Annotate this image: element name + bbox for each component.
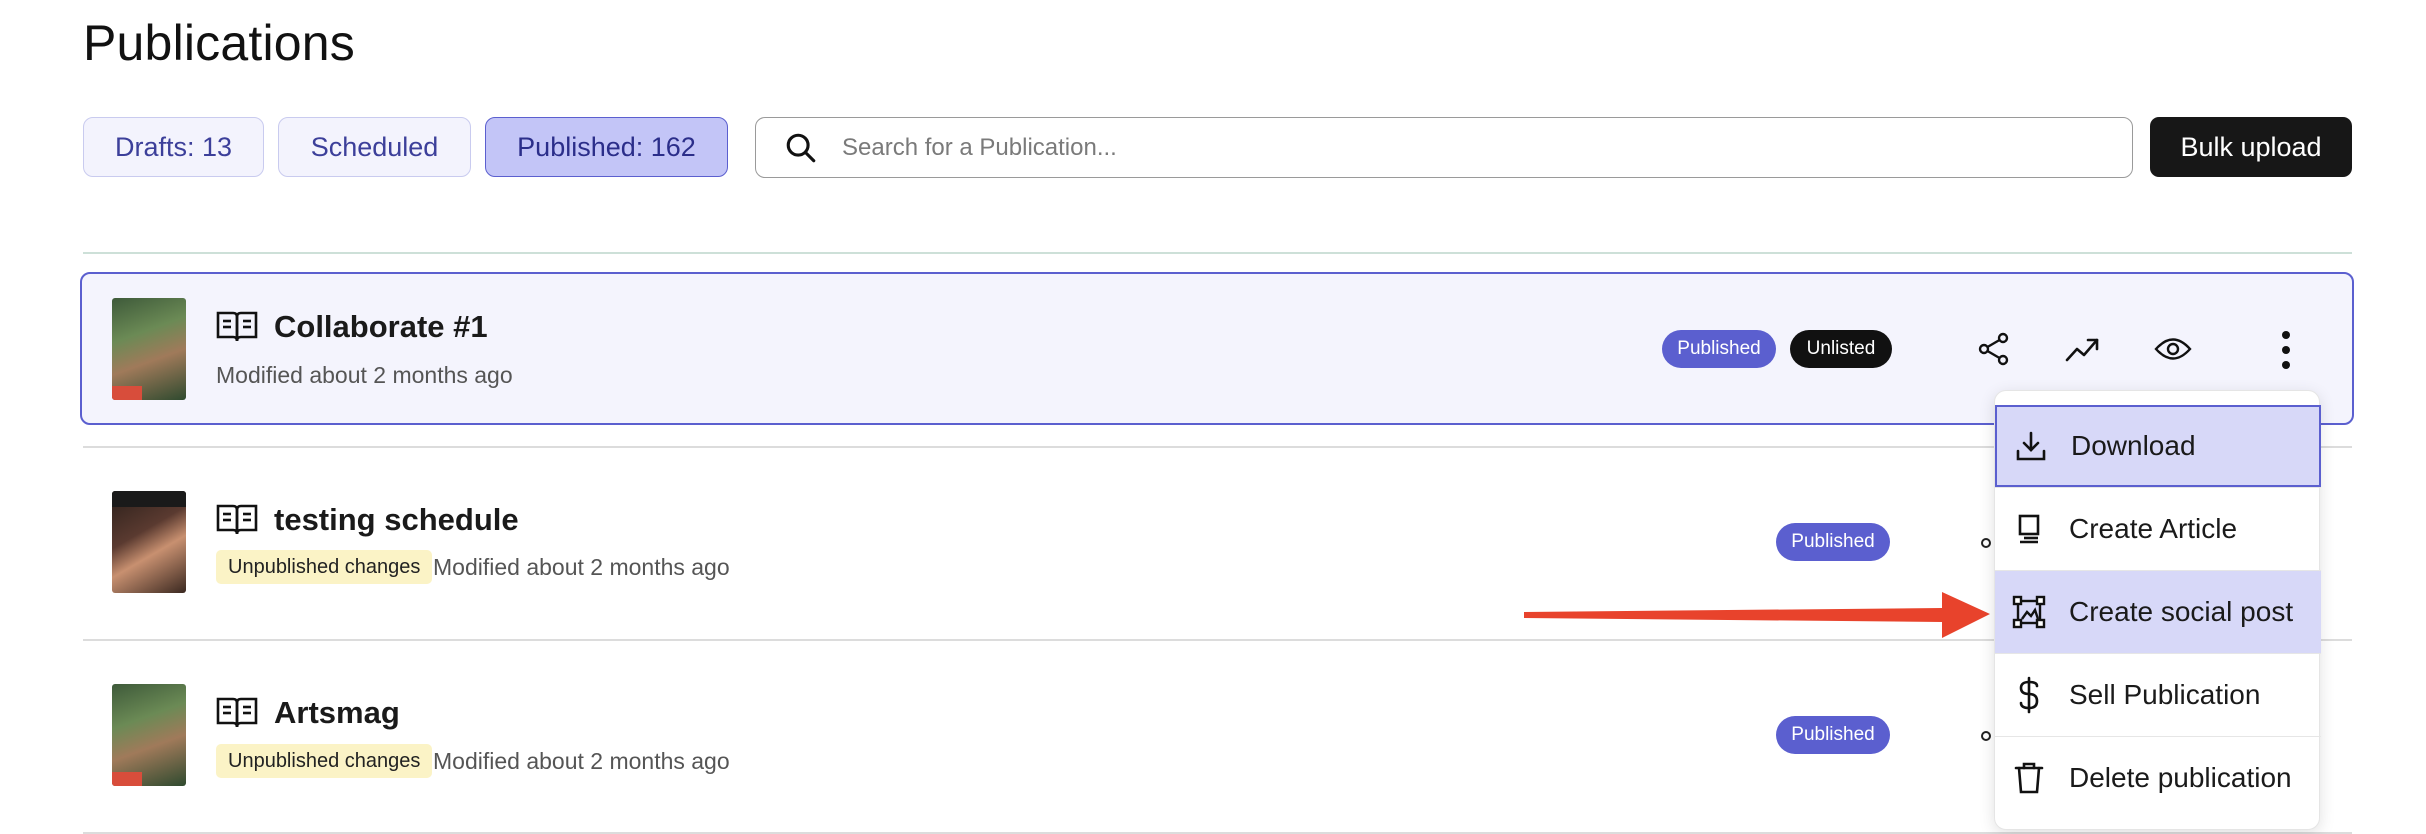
- search-box[interactable]: [755, 117, 2133, 178]
- menu-item-create-social-post[interactable]: Create social post: [1995, 571, 2321, 653]
- menu-item-download[interactable]: Download: [1995, 405, 2321, 487]
- bulk-upload-button[interactable]: Bulk upload: [2150, 117, 2352, 177]
- status-badge-published: Published: [1776, 716, 1890, 754]
- list-divider: [83, 252, 2352, 254]
- dollar-icon: [2019, 676, 2039, 714]
- article-icon: [2018, 514, 2040, 544]
- page-title: Publications: [83, 15, 356, 71]
- search-icon: [786, 133, 816, 162]
- image-frame-icon: [2012, 595, 2046, 629]
- unpublished-changes-badge: Unpublished changes: [216, 744, 433, 778]
- menu-item-label: Create social post: [2069, 596, 2294, 627]
- drafts-filter-button[interactable]: Drafts: 13: [83, 117, 264, 177]
- publication-modified: Modified about 2 months ago: [433, 554, 730, 580]
- trash-icon: [2014, 762, 2044, 794]
- unpublished-changes-badge: Unpublished changes: [216, 550, 433, 584]
- analytics-trend-icon[interactable]: [2064, 334, 2100, 364]
- menu-item-sell-publication[interactable]: Sell Publication: [1995, 654, 2321, 736]
- publication-title[interactable]: Collaborate #1: [274, 309, 488, 345]
- status-badge-published: Published: [1662, 330, 1776, 368]
- open-book-icon: [216, 697, 258, 728]
- share-icon[interactable]: [1978, 332, 2010, 366]
- open-book-icon: [216, 504, 258, 535]
- share-icon[interactable]: [1981, 538, 1991, 548]
- publication-cover-thumbnail: [112, 298, 186, 400]
- row-divider: [83, 832, 2352, 834]
- publication-modified: Modified about 2 months ago: [216, 362, 513, 388]
- menu-item-label: Delete publication: [2069, 762, 2292, 793]
- search-input[interactable]: [840, 132, 2044, 163]
- publication-cover-thumbnail: [112, 491, 186, 593]
- publication-cover-thumbnail: [112, 684, 186, 786]
- publication-modified: Modified about 2 months ago: [433, 748, 730, 774]
- status-badge-published: Published: [1776, 523, 1890, 561]
- more-options-icon[interactable]: [2280, 330, 2292, 370]
- menu-item-label: Create Article: [2069, 513, 2238, 544]
- status-badge-unlisted: Unlisted: [1790, 330, 1892, 368]
- menu-item-create-article[interactable]: Create Article: [1995, 488, 2321, 570]
- publication-options-menu: Download Create Article Create social po…: [1994, 390, 2321, 830]
- preview-eye-icon[interactable]: [2154, 336, 2192, 362]
- download-icon: [2016, 431, 2046, 461]
- published-filter-button[interactable]: Published: 162: [485, 117, 728, 177]
- annotation-arrow: [1524, 592, 1990, 638]
- menu-item-delete-publication[interactable]: Delete publication: [1995, 737, 2321, 819]
- publication-title[interactable]: Artsmag: [274, 695, 400, 731]
- menu-item-label: Sell Publication: [2069, 679, 2261, 710]
- open-book-icon: [216, 311, 258, 342]
- scheduled-filter-button[interactable]: Scheduled: [278, 117, 471, 177]
- share-icon[interactable]: [1981, 731, 1991, 741]
- menu-item-label: Download: [2071, 430, 2196, 461]
- publication-title[interactable]: testing schedule: [274, 502, 519, 538]
